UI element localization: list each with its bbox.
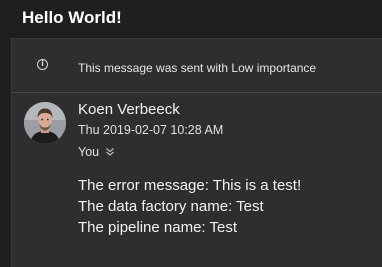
email-reading-pane: Hello World! i This message was sent wit… [0,0,382,267]
importance-message: This message was sent with Low importanc… [78,61,317,75]
double-chevron-down-icon[interactable] [105,147,115,157]
body-line: The data factory name: Test [78,198,264,215]
message-card: i This message was sent with Low importa… [11,38,382,267]
message-body: The error message: This is a test! The d… [78,175,301,238]
subject-bar: Hello World! [0,0,382,38]
importance-info-bar: i This message was sent with Low importa… [12,39,382,93]
email-subject: Hello World! [22,8,122,27]
body-line: The error message: This is a test! [78,177,302,194]
info-icon: i [37,59,48,70]
body-line: The pipeline name: Test [78,219,237,236]
avatar-photo [24,102,66,144]
sender-name[interactable]: Koen Verbeeck [78,101,180,118]
recipients: You [78,145,115,159]
avatar[interactable] [24,102,66,144]
sent-timestamp: Thu 2019-02-07 10:28 AM [78,123,224,137]
recipient-you[interactable]: You [78,145,99,159]
